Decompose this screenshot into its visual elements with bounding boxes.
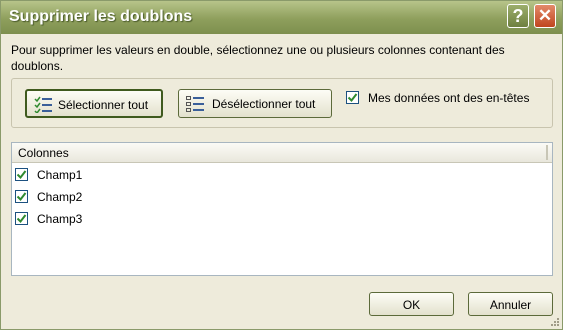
dialog-title: Supprimer les doublons [9, 8, 193, 25]
checkbox-checked-icon [16, 192, 27, 202]
columns-list-header[interactable]: Colonnes [12, 143, 552, 163]
has-headers-label[interactable]: Mes données ont des en-têtes [368, 91, 529, 105]
close-icon: ✕ [537, 6, 553, 25]
column-label: Champ1 [37, 168, 83, 182]
checkbox-checked-icon [16, 170, 27, 180]
checkbox-checked-icon [16, 214, 27, 224]
ok-button[interactable]: OK [369, 292, 454, 316]
instructions-text: Pour supprimer les valeurs en double, sé… [11, 43, 505, 73]
column-label: Champ3 [37, 212, 83, 226]
columns-list[interactable]: Colonnes Champ1 Champ2 Champ3 [11, 142, 553, 276]
header-divider [546, 145, 548, 160]
deselect-all-label: Désélectionner tout [212, 97, 316, 111]
deselect-all-icon [186, 96, 204, 112]
list-item[interactable]: Champ1 [12, 165, 552, 187]
cancel-button[interactable]: Annuler [468, 292, 553, 316]
select-all-label: Sélectionner tout [58, 98, 149, 112]
checkbox-checked-icon [347, 93, 358, 103]
column-checkbox[interactable] [15, 212, 28, 225]
column-label: Champ2 [37, 190, 83, 204]
close-button[interactable]: ✕ [534, 4, 556, 28]
list-item[interactable]: Champ3 [12, 209, 552, 231]
resize-grip-icon[interactable] [550, 317, 560, 327]
help-button[interactable]: ? [507, 4, 529, 28]
select-all-icon [34, 96, 52, 113]
column-checkbox[interactable] [15, 190, 28, 203]
column-checkbox[interactable] [15, 168, 28, 181]
help-icon: ? [512, 6, 524, 26]
columns-header-label: Colonnes [18, 146, 69, 160]
select-all-button[interactable]: Sélectionner tout [25, 89, 163, 118]
ok-label: OK [402, 298, 421, 312]
list-item[interactable]: Champ2 [12, 187, 552, 209]
title-bar[interactable]: Supprimer les doublons ? ✕ [1, 1, 562, 34]
has-headers-checkbox[interactable] [346, 91, 359, 104]
deselect-all-button[interactable]: Désélectionner tout [178, 89, 332, 118]
remove-duplicates-dialog: Supprimer les doublons ? ✕ Pour supprime… [0, 0, 563, 330]
cancel-label: Annuler [489, 298, 532, 312]
